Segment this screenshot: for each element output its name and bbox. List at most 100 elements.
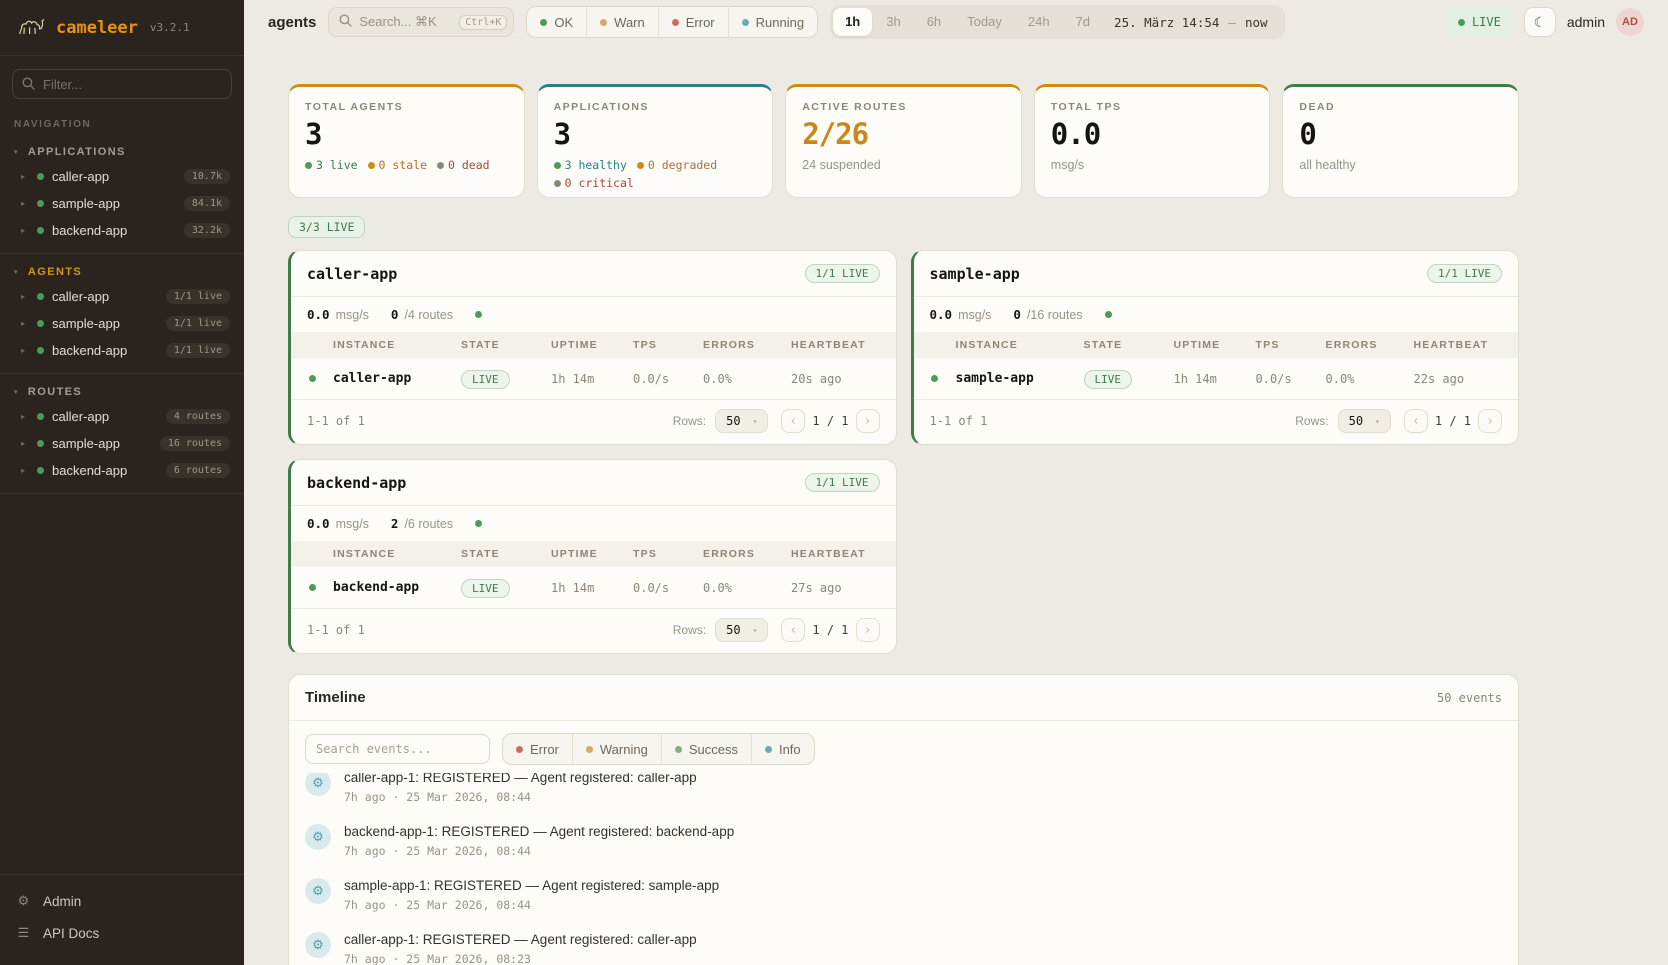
stat-card-active-routes: ACTIVE ROUTES 2/26 24 suspended bbox=[785, 84, 1022, 198]
sidebar-footer: ⚙ Admin ☰ API Docs bbox=[0, 874, 244, 965]
col-tps: TPS bbox=[633, 548, 703, 560]
sidebar-item-applications-backend-app[interactable]: ▸ backend-app 32.2k bbox=[0, 217, 244, 244]
chip-label: Error bbox=[686, 15, 715, 30]
search-placeholder: Search... ⌘K bbox=[359, 14, 452, 30]
rows-per-page-select[interactable]: 50 ▾ bbox=[715, 618, 768, 642]
event-item[interactable]: ⚙ caller-app-1: REGISTERED — Agent regis… bbox=[305, 773, 1502, 814]
status-dot bbox=[309, 375, 316, 382]
time-range-24h[interactable]: 24h bbox=[1016, 8, 1062, 36]
filter-chip-error[interactable]: Error bbox=[503, 734, 572, 764]
status-dot bbox=[554, 180, 561, 187]
chevron-right-icon: ▸ bbox=[21, 199, 29, 208]
sidebar-item-agents-sample-app[interactable]: ▸ sample-app 1/1 live bbox=[0, 310, 244, 337]
prev-page-button[interactable]: ‹ bbox=[781, 618, 805, 642]
timeline-search-input[interactable] bbox=[305, 734, 490, 764]
prev-page-button[interactable]: ‹ bbox=[1404, 409, 1428, 433]
filter-chip-running[interactable]: Running bbox=[728, 7, 817, 37]
tps-cell: 0.0/s bbox=[633, 581, 703, 595]
item-label: sample-app bbox=[52, 436, 120, 451]
app-card-header: backend-app 1/1 LIVE bbox=[291, 460, 896, 506]
table-header-row: INSTANCE STATE UPTIME TPS ERRORS HEARTBE… bbox=[291, 541, 896, 567]
table-footer: 1-1 of 1 Rows: 50 ▾ ‹ 1 / 1 › bbox=[291, 609, 896, 653]
breakdown-text: 0 degraded bbox=[648, 158, 717, 172]
sidebar-item-admin[interactable]: ⚙ Admin bbox=[0, 885, 244, 917]
event-gear-icon: ⚙ bbox=[305, 773, 331, 796]
col-state: STATE bbox=[461, 548, 551, 560]
time-range-today[interactable]: Today bbox=[955, 8, 1014, 36]
main-area: agents Search... ⌘K Ctrl+K OK Warn Error bbox=[244, 0, 1668, 965]
next-page-button[interactable]: › bbox=[856, 618, 880, 642]
filter-chip-ok[interactable]: OK bbox=[527, 7, 586, 37]
date-separator: — bbox=[1228, 15, 1236, 30]
time-range-1h[interactable]: 1h bbox=[833, 8, 872, 36]
app-title[interactable]: sample-app bbox=[930, 265, 1020, 283]
filter-chip-info[interactable]: Info bbox=[751, 734, 814, 764]
section-header-applications[interactable]: ▾ APPLICATIONS bbox=[0, 141, 244, 163]
next-page-button[interactable]: › bbox=[856, 409, 880, 433]
sidebar-item-applications-sample-app[interactable]: ▸ sample-app 84.1k bbox=[0, 190, 244, 217]
section-header-routes[interactable]: ▾ ROUTES bbox=[0, 381, 244, 403]
errors-cell: 0.0% bbox=[703, 581, 791, 595]
caret-down-icon: ▾ bbox=[14, 148, 19, 156]
chip-label: Warning bbox=[600, 742, 648, 757]
col-errors: ERRORS bbox=[703, 339, 791, 351]
section-label: AGENTS bbox=[28, 266, 82, 278]
search-shortcut-badge: Ctrl+K bbox=[459, 15, 507, 30]
sidebar-item-routes-backend-app[interactable]: ▸ backend-app 6 routes bbox=[0, 457, 244, 484]
event-timestamp: 7h ago · 25 Mar 2026, 08:44 bbox=[344, 844, 734, 858]
event-list[interactable]: ⚙ caller-app-1: REGISTERED — Agent regis… bbox=[289, 773, 1518, 965]
time-range-3h[interactable]: 3h bbox=[874, 8, 912, 36]
sidebar-filter-input[interactable] bbox=[12, 69, 232, 99]
caret-down-icon: ▾ bbox=[1375, 417, 1380, 426]
avatar[interactable]: AD bbox=[1616, 8, 1644, 36]
sidebar-item-agents-backend-app[interactable]: ▸ backend-app 1/1 live bbox=[0, 337, 244, 364]
filter-chip-error[interactable]: Error bbox=[658, 7, 728, 37]
sidebar-item-routes-sample-app[interactable]: ▸ sample-app 16 routes bbox=[0, 430, 244, 457]
event-item[interactable]: ⚙ backend-app-1: REGISTERED — Agent regi… bbox=[305, 814, 1502, 868]
sidebar-item-routes-caller-app[interactable]: ▸ caller-app 4 routes bbox=[0, 403, 244, 430]
topbar-right: LIVE ☾ admin AD bbox=[1446, 7, 1644, 37]
date-end: now bbox=[1245, 15, 1268, 30]
pagination: ‹ 1 / 1 › bbox=[1404, 409, 1502, 433]
col-tps: TPS bbox=[633, 339, 703, 351]
rows-per-page-select[interactable]: 50 ▾ bbox=[715, 409, 768, 433]
filter-chip-warning[interactable]: Warning bbox=[572, 734, 661, 764]
theme-toggle-button[interactable]: ☾ bbox=[1524, 7, 1556, 37]
app-card-caller-app: caller-app 1/1 LIVE 0.0 msg/s 0 /4 route… bbox=[288, 250, 897, 445]
chevron-right-icon: ▸ bbox=[21, 172, 29, 181]
status-dot bbox=[37, 347, 44, 354]
col-heartbeat: HEARTBEAT bbox=[1414, 339, 1519, 351]
timeline-event-count: 50 events bbox=[1437, 691, 1502, 705]
filter-chip-warn[interactable]: Warn bbox=[586, 7, 658, 37]
tps-unit: msg/s bbox=[336, 308, 369, 322]
next-page-button[interactable]: › bbox=[1478, 409, 1502, 433]
app-title[interactable]: backend-app bbox=[307, 474, 406, 492]
global-search-input[interactable]: Search... ⌘K Ctrl+K bbox=[328, 7, 514, 37]
prev-page-button[interactable]: ‹ bbox=[781, 409, 805, 433]
table-row[interactable]: sample-app LIVE 1h 14m 0.0/s 0.0% 22s ag… bbox=[914, 358, 1519, 400]
app-stats-line: 0.0 msg/s 0 /16 routes bbox=[914, 297, 1519, 332]
time-range-6h[interactable]: 6h bbox=[915, 8, 953, 36]
routes-total: /4 routes bbox=[404, 308, 453, 322]
rows-per-page-select[interactable]: 50 ▾ bbox=[1338, 409, 1391, 433]
state-badge: LIVE bbox=[461, 579, 510, 598]
app-live-badge: 1/1 LIVE bbox=[805, 473, 880, 492]
event-timestamp: 7h ago · 25 Mar 2026, 08:44 bbox=[344, 790, 697, 804]
filter-chip-success[interactable]: Success bbox=[661, 734, 751, 764]
time-range-7d[interactable]: 7d bbox=[1064, 8, 1102, 36]
table-row[interactable]: caller-app LIVE 1h 14m 0.0/s 0.0% 20s ag… bbox=[291, 358, 896, 400]
table-row[interactable]: backend-app LIVE 1h 14m 0.0/s 0.0% 27s a… bbox=[291, 567, 896, 609]
col-instance: INSTANCE bbox=[333, 339, 461, 351]
warn-dot bbox=[600, 19, 607, 26]
app-title[interactable]: caller-app bbox=[307, 265, 397, 283]
chevron-right-icon: ▸ bbox=[21, 292, 29, 301]
sidebar-item-api-docs[interactable]: ☰ API Docs bbox=[0, 917, 244, 949]
chevron-right-icon: ▸ bbox=[21, 319, 29, 328]
sidebar-item-agents-caller-app[interactable]: ▸ caller-app 1/1 live bbox=[0, 283, 244, 310]
date-range-display[interactable]: 25. März 14:54 — now bbox=[1104, 15, 1281, 30]
event-item[interactable]: ⚙ caller-app-1: REGISTERED — Agent regis… bbox=[305, 922, 1502, 965]
event-item[interactable]: ⚙ sample-app-1: REGISTERED — Agent regis… bbox=[305, 868, 1502, 922]
sidebar-item-applications-caller-app[interactable]: ▸ caller-app 10.7k bbox=[0, 163, 244, 190]
routes-active: 0 bbox=[391, 307, 399, 322]
section-header-agents[interactable]: ▾ AGENTS bbox=[0, 261, 244, 283]
